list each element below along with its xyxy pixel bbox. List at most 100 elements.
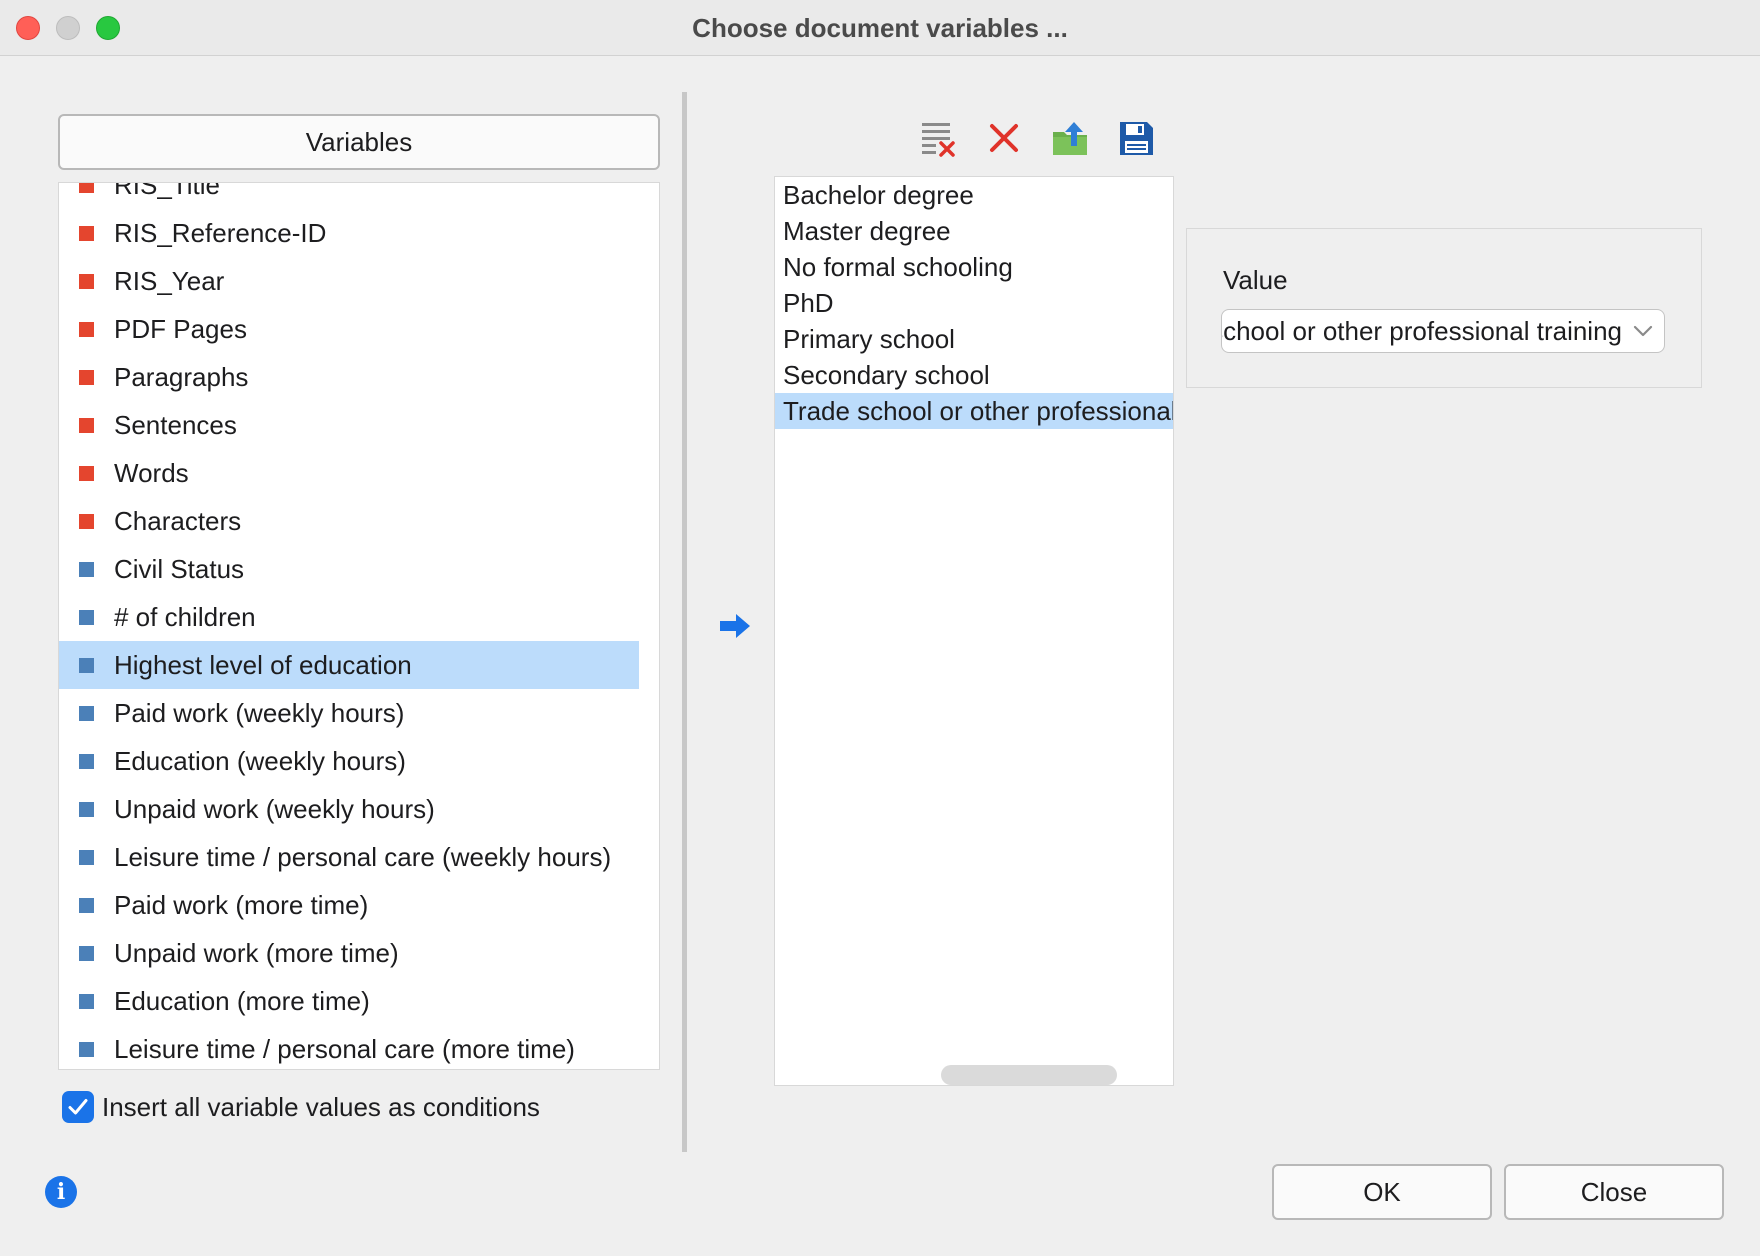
variable-item[interactable]: Civil Status <box>59 545 639 593</box>
close-button[interactable]: Close <box>1504 1164 1724 1220</box>
variable-item[interactable]: RIS_Title <box>59 182 639 209</box>
variable-type-icon <box>79 706 94 721</box>
variable-item-label: RIS_Year <box>114 266 225 296</box>
variable-type-icon <box>79 226 94 241</box>
variable-item[interactable]: Unpaid work (weekly hours) <box>59 785 639 833</box>
value-item[interactable]: Primary school <box>775 321 1173 357</box>
variable-item[interactable]: # of children <box>59 593 639 641</box>
variables-list[interactable]: RIS_Title RIS_Reference-ID RIS_Year PDF Pag… <box>58 182 660 1070</box>
variable-item-label: RIS_Reference-ID <box>114 218 327 248</box>
value-item-label: Bachelor degree <box>783 180 974 210</box>
variable-item-label: Paid work (more time) <box>114 890 369 920</box>
save-button[interactable] <box>1116 118 1156 158</box>
variable-item[interactable]: Unpaid work (more time) <box>59 929 639 977</box>
variable-item-label: # of children <box>114 602 256 632</box>
variable-item[interactable]: Leisure time / personal care (weekly hou… <box>59 833 639 881</box>
value-item[interactable]: Bachelor degree <box>775 177 1173 213</box>
variable-item[interactable]: RIS_Year <box>59 257 639 305</box>
value-item-label: Trade school or other professional train… <box>783 396 1173 426</box>
value-item[interactable]: Master degree <box>775 213 1173 249</box>
variable-type-icon <box>79 802 94 817</box>
variable-type-icon <box>79 183 94 193</box>
variable-type-icon <box>79 274 94 289</box>
variable-type-icon <box>79 466 94 481</box>
clear-list-icon <box>922 123 955 157</box>
value-item[interactable]: Secondary school <box>775 357 1173 393</box>
variable-item[interactable]: Sentences <box>59 401 639 449</box>
variable-type-icon <box>79 1042 94 1057</box>
delete-button[interactable] <box>984 118 1024 158</box>
value-item-label: Secondary school <box>783 360 990 390</box>
variable-item[interactable]: Characters <box>59 497 639 545</box>
variables-column-header[interactable]: Variables <box>58 114 660 170</box>
panel-divider[interactable] <box>682 92 687 1152</box>
values-horizontal-scrollbar[interactable] <box>941 1065 1117 1085</box>
variable-item-label: Highest level of education <box>114 650 412 680</box>
value-dropdown[interactable]: Trade school or other professional train… <box>1221 309 1665 353</box>
variable-item-label: RIS_Title <box>114 182 220 200</box>
delete-icon <box>990 124 1018 152</box>
variable-item[interactable]: Highest level of education <box>59 641 639 689</box>
value-item[interactable]: No formal schooling <box>775 249 1173 285</box>
value-label: Value <box>1223 265 1288 295</box>
variable-type-icon <box>79 418 94 433</box>
insert-all-checkbox[interactable] <box>62 1091 94 1123</box>
window-title: Choose document variables ... <box>692 13 1068 43</box>
ok-button[interactable]: OK <box>1272 1164 1492 1220</box>
value-item-label: PhD <box>783 288 834 318</box>
variable-item-label: PDF Pages <box>114 314 247 344</box>
variable-item-label: Education (more time) <box>114 986 370 1016</box>
variable-type-icon <box>79 610 94 625</box>
variable-type-icon <box>79 850 94 865</box>
variable-item[interactable]: Paid work (weekly hours) <box>59 689 639 737</box>
variable-type-icon <box>79 994 94 1009</box>
info-icon[interactable]: i <box>45 1176 77 1208</box>
variable-item[interactable]: Words <box>59 449 639 497</box>
value-item-label: Primary school <box>783 324 955 354</box>
value-item[interactable]: PhD <box>775 285 1173 321</box>
save-icon <box>1120 122 1153 155</box>
variable-type-icon <box>79 898 94 913</box>
value-item-label: No formal schooling <box>783 252 1013 282</box>
variable-item[interactable]: Paragraphs <box>59 353 639 401</box>
dialog-window: Choose document variables ... Variables … <box>0 0 1760 1256</box>
export-button[interactable] <box>1050 118 1090 158</box>
value-item[interactable]: Trade school or other professional train… <box>775 393 1173 429</box>
variable-type-icon <box>79 514 94 529</box>
variable-item-label: Leisure time / personal care (more time) <box>114 1034 575 1064</box>
variable-type-icon <box>79 754 94 769</box>
variable-item-label: Paid work (weekly hours) <box>114 698 405 728</box>
variable-item[interactable]: PDF Pages <box>59 305 639 353</box>
variable-item-label: Leisure time / personal care (weekly hou… <box>114 842 612 872</box>
variable-item-label: Paragraphs <box>114 362 249 392</box>
clear-list-button[interactable] <box>918 118 958 158</box>
export-icon <box>1053 122 1087 155</box>
variable-item-label: Characters <box>114 506 242 536</box>
variable-item-label: Sentences <box>114 410 237 440</box>
variable-item-label: Unpaid work (more time) <box>114 938 399 968</box>
variable-item[interactable]: Education (more time) <box>59 977 639 1025</box>
variable-item[interactable]: RIS_Reference-ID <box>59 209 639 257</box>
variable-item-label: Education (weekly hours) <box>114 746 406 776</box>
variable-type-icon <box>79 562 94 577</box>
value-item-label: Master degree <box>783 216 951 246</box>
value-panel: Value Trade school or other professional… <box>1186 228 1702 388</box>
insert-all-label: Insert all variable values as conditions <box>102 1092 540 1122</box>
variable-item[interactable]: Paid work (more time) <box>59 881 639 929</box>
checkmark-icon <box>68 1099 88 1115</box>
values-list[interactable]: Bachelor degree Master degree No formal sc… <box>774 176 1174 1086</box>
variable-type-icon <box>79 946 94 961</box>
variable-type-icon <box>79 370 94 385</box>
variable-item-label: Unpaid work (weekly hours) <box>114 794 435 824</box>
arrow-right-icon <box>718 612 752 645</box>
value-dropdown-text: Trade school or other professional train… <box>1222 316 1622 346</box>
variable-item-label: Civil Status <box>114 554 245 584</box>
variable-item-label: Words <box>114 458 189 488</box>
variable-item[interactable]: Leisure time / personal care (more time) <box>59 1025 639 1069</box>
variable-type-icon <box>79 322 94 337</box>
title-bar: Choose document variables ... <box>0 0 1760 56</box>
variable-item[interactable]: Education (weekly hours) <box>59 737 639 785</box>
insert-all-option[interactable]: Insert all variable values as conditions <box>62 1090 622 1126</box>
variable-type-icon <box>79 658 94 673</box>
chevron-down-icon <box>1633 325 1653 337</box>
